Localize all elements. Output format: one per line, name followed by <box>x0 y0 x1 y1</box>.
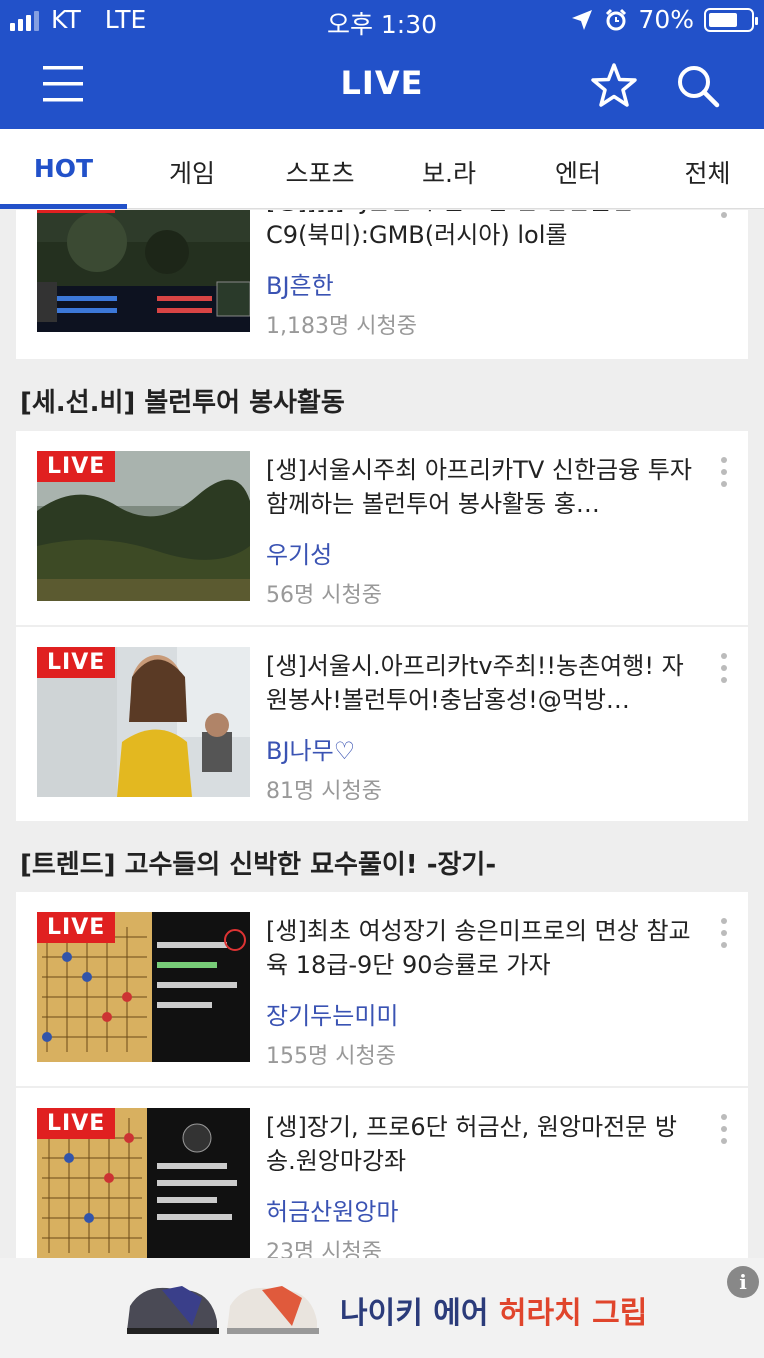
tab-game[interactable]: 게임 <box>127 154 257 190</box>
battery-percent: 70% <box>638 5 694 34</box>
stream-card: LIVE [생]최초 여성장기 송은미프로의 면상 참교육 18급-9단 90승… <box>16 892 748 1258</box>
ad-headline: 나이키 에어 허라치 그립 <box>340 1288 647 1332</box>
more-options-icon[interactable] <box>716 1112 732 1152</box>
battery-icon <box>704 7 758 32</box>
stream-thumbnail[interactable]: LIVE <box>37 1108 250 1258</box>
ad-text-accent: 허라치 그립 <box>498 1296 648 1331</box>
stream-thumbnail[interactable]: LIVE <box>37 912 250 1062</box>
page-title: LIVE <box>340 64 424 102</box>
stream-card: LIVE [생]서울시주최 아프리카TV 신한금융 투자 함께하는 볼런투어 봉… <box>16 431 748 821</box>
stream-thumbnail[interactable]: LIVE <box>37 451 250 601</box>
star-icon[interactable] <box>588 60 640 112</box>
stream-thumbnail[interactable]: LIVE <box>37 210 250 332</box>
live-badge: LIVE <box>37 1108 116 1139</box>
stream-item[interactable]: LIVE [생]서울시주최 아프리카TV 신한금융 투자 함께하는 볼런투어 봉… <box>16 431 748 627</box>
alarm-icon <box>606 8 627 30</box>
tab-hot[interactable]: HOT <box>0 154 127 183</box>
live-badge: LIVE <box>37 210 116 213</box>
broadcaster-name[interactable]: 허금산원앙마 <box>266 1192 398 1227</box>
live-badge: LIVE <box>37 451 116 482</box>
status-bar: KT LTE 오후 1:30 70% <box>0 0 764 40</box>
ad-info-icon[interactable]: i <box>727 1266 759 1298</box>
stream-title[interactable]: [생]서울시주최 아프리카TV 신한금융 투자 함께하는 볼런투어 봉사활동 홍… <box>266 453 696 521</box>
active-tab-indicator <box>0 204 127 209</box>
broadcaster-name[interactable]: BJ나무♡ <box>266 731 355 766</box>
stream-title[interactable]: [생]서울시.아프리카tv주최!!농촌여행! 자원봉사!볼런투어!충남홍성!@먹… <box>266 649 696 717</box>
status-right: 70% <box>570 5 758 34</box>
stream-title[interactable]: [생]최초 여성장기 송은미프로의 면상 참교육 18급-9단 90승률로 가자 <box>266 914 696 982</box>
ad-banner[interactable]: 나이키 에어 허라치 그립 i <box>0 1258 764 1358</box>
tab-bora[interactable]: 보.라 <box>383 154 515 190</box>
live-badge: LIVE <box>37 912 116 943</box>
broadcaster-name[interactable]: 우기성 <box>266 535 332 570</box>
section-title[interactable]: [트렌드] 고수들의 신박한 묘수풀이! -장기- <box>20 844 496 881</box>
app-bar: LIVE <box>0 40 764 129</box>
broadcaster-name[interactable]: BJ흔한 <box>266 266 334 301</box>
viewer-count: 81명 시청중 <box>266 779 382 804</box>
viewer-count: 1,183명 시청중 <box>266 314 417 339</box>
more-options-icon[interactable] <box>716 651 732 691</box>
viewer-count: 23명 시청중 <box>266 1240 382 1258</box>
live-badge: LIVE <box>37 647 116 678</box>
more-options-icon[interactable] <box>716 210 732 226</box>
viewer-count: 56명 시청중 <box>266 583 382 608</box>
tab-sports[interactable]: 스포츠 <box>257 154 383 190</box>
location-arrow-icon <box>572 9 593 30</box>
stream-item[interactable]: LIVE [생]최초 여성장기 송은미프로의 면상 참교육 18급-9단 90승… <box>16 892 748 1088</box>
broadcaster-name[interactable]: 장기두는미미 <box>266 996 398 1031</box>
ad-text-main: 나이키 에어 <box>340 1296 499 1331</box>
game-screen-image <box>37 210 250 332</box>
stream-item[interactable]: LIVE [생]]]]]BJ흔한의 실스팁 한 판만볼란 C9(북미):GMB(… <box>16 210 748 358</box>
stream-title[interactable]: [생]]]]]BJ흔한의 실스팁 한 판만볼란 C9(북미):GMB(러시아) … <box>266 210 696 252</box>
search-icon[interactable] <box>672 60 724 112</box>
viewer-count: 155명 시청중 <box>266 1044 396 1069</box>
more-options-icon[interactable] <box>716 916 732 956</box>
category-tabs: HOT 게임 스포츠 보.라 엔터 전체 <box>0 129 764 209</box>
more-options-icon[interactable] <box>716 455 732 495</box>
stream-title[interactable]: [생]장기, 프로6단 허금산, 원앙마전문 방송.원앙마강좌 <box>266 1110 696 1178</box>
tab-all[interactable]: 전체 <box>641 154 764 190</box>
stream-item[interactable]: LIVE [생]장기, 프로6단 허금산, 원앙마전문 방송.원앙마강좌 허금산… <box>16 1088 748 1258</box>
stream-card: LIVE [생]]]]]BJ흔한의 실스팁 한 판만볼란 C9(북미):GMB(… <box>16 210 748 359</box>
stream-list[interactable]: LIVE [생]]]]]BJ흔한의 실스팁 한 판만볼란 C9(북미):GMB(… <box>0 210 764 1258</box>
sneaker-ad-image <box>127 1286 319 1334</box>
stream-thumbnail[interactable]: LIVE <box>37 647 250 797</box>
tab-enter[interactable]: 엔터 <box>515 154 641 190</box>
section-title[interactable]: [세.선.비] 볼런투어 봉사활동 <box>20 382 345 419</box>
stream-item[interactable]: LIVE [생]서울시.아프리카tv주최!!농촌여행! 자원봉사!볼런투어!충남… <box>16 627 748 823</box>
